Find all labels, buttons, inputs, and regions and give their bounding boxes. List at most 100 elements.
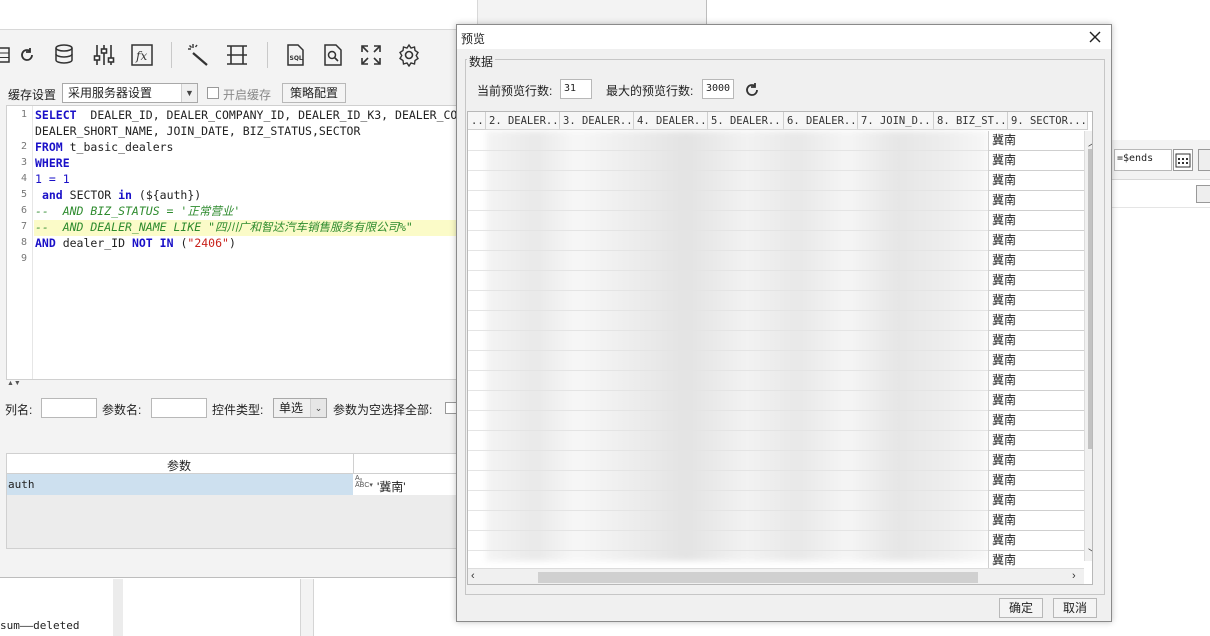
param-row-name: auth <box>8 478 35 491</box>
search-file-icon[interactable] <box>318 40 348 70</box>
code-line: -- AND DEALER_NAME LIKE "四川广和智达汽车销售服务有限公… <box>35 220 413 234</box>
formula-input[interactable]: =$ends <box>1114 149 1172 171</box>
splitter-arrows-icon[interactable]: ▲▼ <box>7 380 21 387</box>
line-number: 7 <box>20 221 27 232</box>
max-rows-label: 最大的预览行数: <box>606 84 694 98</box>
grid-column-header[interactable]: 6. DEALER... <box>784 112 858 130</box>
horizontal-scroll-thumb[interactable] <box>538 572 978 583</box>
current-rows-field[interactable]: 31 <box>560 79 592 99</box>
grid-cell-sector[interactable]: 冀南 <box>988 311 1084 331</box>
grid-cell-sector[interactable]: 冀南 <box>988 171 1084 191</box>
grid-column-header[interactable]: 4. DEALER... <box>634 112 708 130</box>
scroll-up-icon[interactable]: ︿ <box>1088 134 1092 149</box>
refresh-icon[interactable] <box>742 80 762 100</box>
calendar-icon[interactable] <box>1173 149 1193 171</box>
grid-cell-sector[interactable]: 冀南 <box>988 431 1084 451</box>
strategy-config-button[interactable]: 策略配置 <box>282 83 346 103</box>
params-table: 参数 auth A͟ᵤ ABC▾ '冀南' <box>6 453 459 549</box>
line-number: 5 <box>20 189 27 200</box>
bottom-status-text: sum——deleted <box>0 619 80 632</box>
grid-cell-sector[interactable]: 冀南 <box>988 451 1084 471</box>
grid-cell-sector[interactable]: 冀南 <box>988 471 1084 491</box>
grid-cell-sector[interactable]: 冀南 <box>988 371 1084 391</box>
redacted-data-area <box>486 131 988 561</box>
grid-column-header[interactable]: 7. JOIN_D... <box>858 112 934 130</box>
code-line: 1 = 1 <box>35 172 70 186</box>
vertical-scroll-thumb[interactable] <box>1088 149 1092 449</box>
toolbar-divider <box>171 42 172 68</box>
preview-dialog: 预览 数据 当前预览行数: 31 最大的预览行数: 3000 .. 2. DEAL… <box>456 24 1112 622</box>
grid-cell-sector[interactable]: 冀南 <box>988 271 1084 291</box>
enable-cache-checkbox[interactable] <box>207 87 219 99</box>
param-name-input[interactable] <box>151 398 207 418</box>
collapse-arrow-icon[interactable] <box>0 87 4 99</box>
column-name-input[interactable] <box>41 398 97 418</box>
grid-cell-sector[interactable]: 冀南 <box>988 411 1084 431</box>
max-rows-value: 3000 <box>706 83 731 94</box>
scroll-left-icon[interactable]: ‹ <box>471 570 475 582</box>
magic-wand-icon[interactable] <box>184 40 214 70</box>
grid-cell-sector[interactable]: 冀南 <box>988 251 1084 271</box>
column-split-icon[interactable] <box>222 40 252 70</box>
chevron-down-icon: ▼ <box>181 84 197 102</box>
current-rows-value: 31 <box>564 83 577 94</box>
grid-column-header[interactable]: 2. DEALER... <box>486 112 560 130</box>
sql-code-editor[interactable]: 1 2 3 4 5 6 7 8 9 SELECT DEALER_ID, DEAL… <box>6 105 458 380</box>
grid-column-header[interactable]: .. <box>468 112 486 130</box>
scroll-down-icon[interactable]: ﹀ <box>1088 545 1092 560</box>
grid-cell-sector[interactable]: 冀南 <box>988 391 1084 411</box>
grid-cell-sector[interactable]: 冀南 <box>988 131 1084 151</box>
vertical-scrollbar[interactable]: ︿ ﹀ <box>1084 131 1092 561</box>
database-sql-icon[interactable] <box>50 40 80 70</box>
refresh-icon[interactable] <box>12 40 42 70</box>
close-icon[interactable] <box>1085 28 1105 46</box>
grid-cell-sector[interactable]: 冀南 <box>988 331 1084 351</box>
preview-data-grid[interactable]: .. 2. DEALER... 3. DEALER... 4. DEALER... 5.… <box>467 111 1093 585</box>
sql-file-icon[interactable]: SQL <box>280 40 310 70</box>
current-rows-label: 当前预览行数: <box>477 84 553 98</box>
editor-title-area <box>0 0 478 30</box>
param-value-cell[interactable]: A͟ᵤ ABC▾ '冀南' <box>353 474 459 495</box>
horizontal-scrollbar[interactable]: ‹ › <box>468 568 1084 584</box>
grid-cell-sector[interactable]: 冀南 <box>988 211 1084 231</box>
grid-cell-sector[interactable]: 冀南 <box>988 291 1084 311</box>
cancel-button[interactable]: 取消 <box>1053 598 1097 618</box>
grid-cell-sector[interactable]: 冀南 <box>988 491 1084 511</box>
column-name-label: 列名: <box>5 403 33 417</box>
grid-cell-sector[interactable]: 冀南 <box>988 191 1084 211</box>
toolbar-divider <box>267 42 268 68</box>
data-group-label: 数据 <box>467 53 496 70</box>
function-icon[interactable]: fx <box>127 40 157 70</box>
grid-cell-sector[interactable]: 冀南 <box>988 151 1084 171</box>
gear-icon[interactable] <box>394 40 424 70</box>
grid-column-header[interactable]: 8. BIZ_ST... <box>934 112 1008 130</box>
grid-column-header[interactable]: 5. DEALER... <box>708 112 784 130</box>
grid-cell-sector[interactable]: 冀南 <box>988 531 1084 551</box>
max-rows-field[interactable]: 3000 <box>702 79 734 99</box>
svg-text:fx: fx <box>135 49 147 63</box>
side-button[interactable] <box>1196 185 1210 203</box>
side-button[interactable] <box>1198 149 1210 171</box>
line-number: 9 <box>20 253 27 264</box>
code-line: AND dealer_ID NOT IN ("2406") <box>35 236 236 250</box>
expand-icon[interactable] <box>356 40 386 70</box>
cache-mode-value: 采用服务器设置 <box>68 86 153 100</box>
control-type-select[interactable]: 单选 ⌄ <box>273 398 327 418</box>
param-row[interactable]: auth A͟ᵤ ABC▾ '冀南' <box>7 474 459 495</box>
chevron-down-icon: ⌄ <box>310 399 326 417</box>
grid-column-header[interactable]: 9. SECTOR... <box>1008 112 1088 130</box>
grid-column-header[interactable]: 3. DEALER... <box>560 112 634 130</box>
ok-button[interactable]: 确定 <box>999 598 1043 618</box>
line-number: 3 <box>20 157 27 168</box>
grid-cell-sector[interactable]: 冀南 <box>988 511 1084 531</box>
scroll-right-icon[interactable]: › <box>1072 570 1076 582</box>
line-number: 1 <box>20 109 27 120</box>
line-number: 8 <box>20 237 27 248</box>
sliders-icon[interactable] <box>89 40 119 70</box>
text-type-icon[interactable]: A͟ᵤ ABC▾ <box>355 475 373 489</box>
grid-cell-sector[interactable]: 冀南 <box>988 351 1084 371</box>
cache-mode-select[interactable]: 采用服务器设置 ▼ <box>62 83 198 103</box>
control-type-label: 控件类型: <box>212 403 264 417</box>
code-line: and SECTOR in (${auth}) <box>41 188 202 202</box>
grid-cell-sector[interactable]: 冀南 <box>988 231 1084 251</box>
